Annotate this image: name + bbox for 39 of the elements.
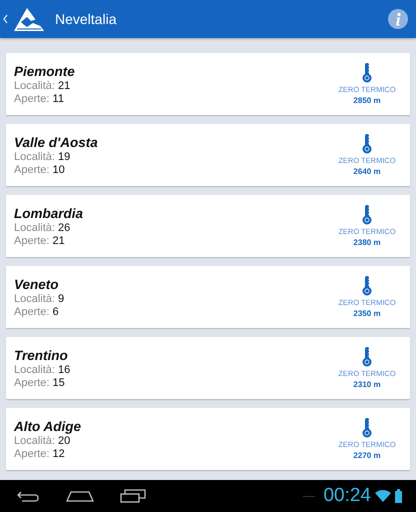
thermometer-icon: [362, 63, 372, 83]
region-name: Valle d'Aosta: [14, 134, 99, 150]
thermometer-icon: [362, 347, 372, 367]
localita-count: Località: 19: [14, 150, 72, 162]
zero-termico-value: 2850 m: [353, 96, 381, 105]
thermometer-icon: [362, 205, 372, 225]
battery-icon: [395, 489, 402, 503]
open-count: Aperte: 12: [14, 448, 66, 460]
thermometer-icon: [362, 418, 372, 438]
region-name: Trentino: [14, 348, 69, 362]
wifi-icon: [375, 490, 391, 502]
localita-count: Località: 16: [14, 364, 72, 376]
region-name: Lombardia: [14, 206, 84, 220]
recent-apps-icon[interactable]: [120, 489, 146, 503]
info-icon[interactable]: [388, 9, 408, 29]
region-name: Alto Adige: [14, 418, 82, 434]
open-count: Aperte: 6: [14, 306, 60, 318]
localita-count: Località: 21: [14, 80, 72, 92]
clock: 00:24: [323, 485, 371, 507]
zero-termico-value: 2270 m: [353, 451, 381, 460]
region-name: Veneto: [14, 276, 60, 292]
zero-termico-value: 2640 m: [353, 167, 381, 176]
open-count: Aperte: 10: [14, 164, 66, 176]
localita-count: Località: 20: [14, 434, 72, 446]
zero-termico-value: 2380 m: [353, 238, 381, 247]
localita-count: Località: 9: [14, 292, 66, 304]
thermometer-icon: [362, 134, 372, 154]
zero-termico-value: 2310 m: [353, 380, 381, 389]
mountain-logo-icon[interactable]: [13, 6, 45, 32]
app-title: Neveltalia: [55, 11, 118, 27]
zero-termico-value: 2350 m: [353, 309, 381, 318]
localita-count: Località: 26: [14, 222, 72, 234]
open-count: Aperte: 21: [14, 234, 66, 246]
open-count: Aperte: 15: [14, 376, 66, 388]
home-icon[interactable]: [66, 490, 94, 502]
region-name: Piemonte: [14, 64, 76, 78]
open-count: Aperte: 11: [14, 92, 65, 104]
thermometer-icon: [362, 276, 372, 296]
back-icon[interactable]: [16, 490, 40, 502]
